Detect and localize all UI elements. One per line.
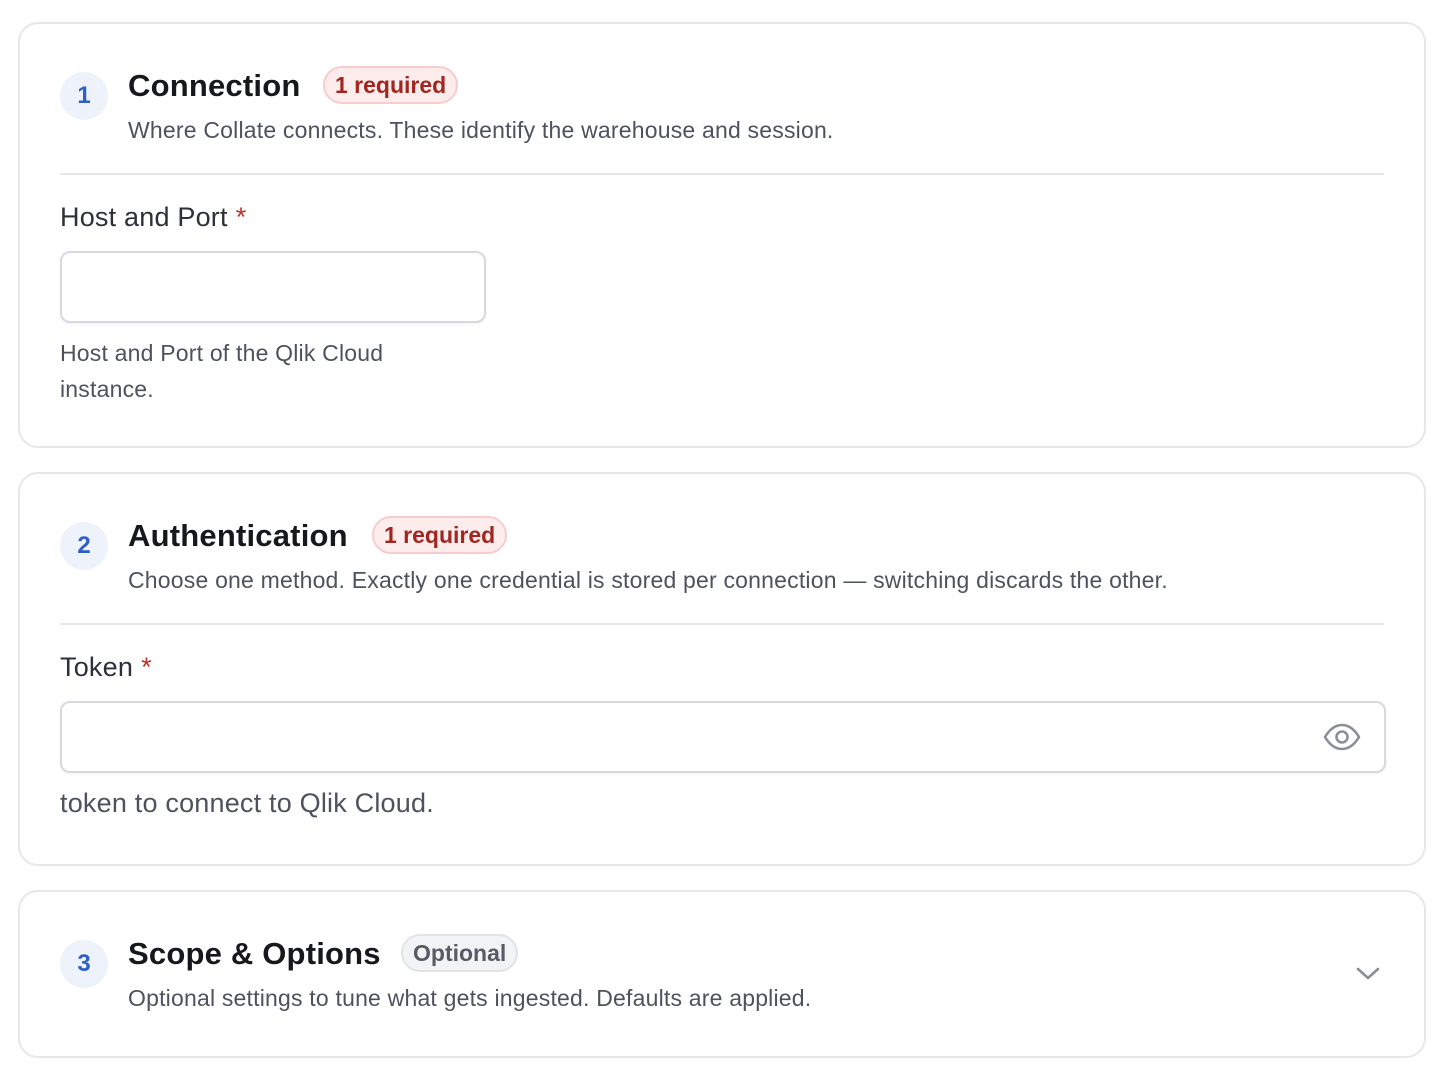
scope-options-section[interactable]: 3 Scope & Options Optional Optional sett…: [18, 890, 1426, 1058]
divider: [60, 623, 1384, 625]
connection-section: 1 Connection 1 required Where Collate co…: [18, 22, 1426, 448]
host-port-help: Host and Port of the Qlik Cloud instance…: [60, 340, 384, 402]
token-input[interactable]: [60, 701, 1386, 773]
field-label-text: Token: [60, 652, 134, 682]
section-description: Choose one method. Exactly one credentia…: [128, 567, 1168, 593]
field-label-text: Host and Port: [60, 202, 228, 232]
divider: [60, 173, 1384, 175]
host-port-input[interactable]: [60, 251, 486, 323]
step-number: 2: [60, 522, 108, 570]
required-badge: 1 required: [323, 66, 459, 104]
step-number: 1: [60, 72, 108, 120]
authentication-section: 2 Authentication 1 required Choose one m…: [18, 472, 1426, 866]
step-number: 3: [60, 940, 108, 988]
section-description: Where Collate connects. These identify t…: [128, 117, 834, 143]
eye-icon[interactable]: [1322, 717, 1362, 757]
token-label: Token *: [60, 652, 152, 683]
required-asterisk: *: [141, 652, 152, 682]
required-badge: 1 required: [372, 516, 508, 554]
section-description: Optional settings to tune what gets inge…: [128, 985, 812, 1011]
token-help: token to connect to Qlik Cloud.: [60, 788, 434, 818]
optional-badge: Optional: [401, 934, 519, 972]
section-title: Authentication: [128, 518, 348, 553]
section-title: Connection: [128, 68, 301, 103]
section-title: Scope & Options: [128, 936, 381, 971]
host-port-label: Host and Port *: [60, 202, 246, 233]
required-asterisk: *: [235, 202, 247, 232]
chevron-down-icon[interactable]: [1352, 958, 1384, 990]
